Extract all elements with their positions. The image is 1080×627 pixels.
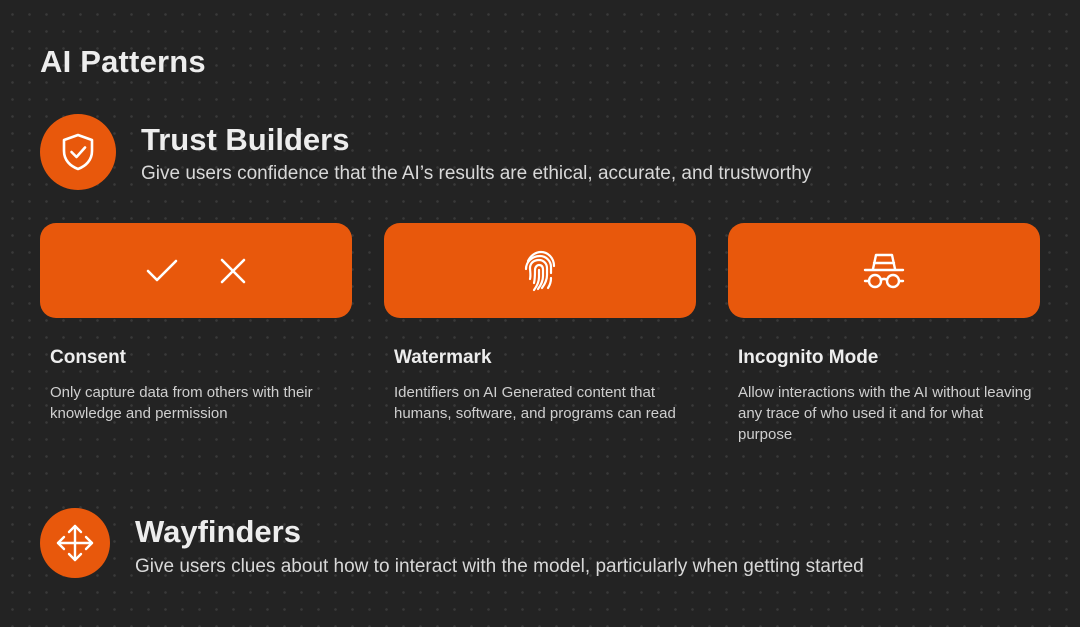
watermark-description: Identifiers on AI Generated content that… xyxy=(394,384,676,422)
page-title: AI Patterns xyxy=(40,44,206,79)
move-arrows-icon xyxy=(40,508,110,578)
watermark-title: Watermark xyxy=(394,347,492,368)
consent-description: Only capture data from others with their… xyxy=(50,384,313,422)
section-title-trust-builders: Trust Builders xyxy=(141,122,350,157)
incognito-icon xyxy=(863,253,905,288)
fingerprint-icon xyxy=(524,250,556,291)
incognito-mode-description: Allow interactions with the AI without l… xyxy=(738,384,1032,443)
section-title-wayfinders: Wayfinders xyxy=(135,514,301,549)
checkmark-icon xyxy=(146,259,178,281)
consent-title: Consent xyxy=(50,347,126,368)
consent-card xyxy=(40,223,352,318)
watermark-card xyxy=(384,223,696,318)
section-desc-trust-builders: Give users confidence that the AI’s resu… xyxy=(141,163,812,184)
incognito-mode-card xyxy=(728,223,1040,318)
shield-check-icon xyxy=(40,114,116,190)
x-mark-icon xyxy=(220,258,246,283)
section-desc-wayfinders: Give users clues about how to interact w… xyxy=(135,556,864,577)
incognito-mode-title: Incognito Mode xyxy=(738,347,879,368)
